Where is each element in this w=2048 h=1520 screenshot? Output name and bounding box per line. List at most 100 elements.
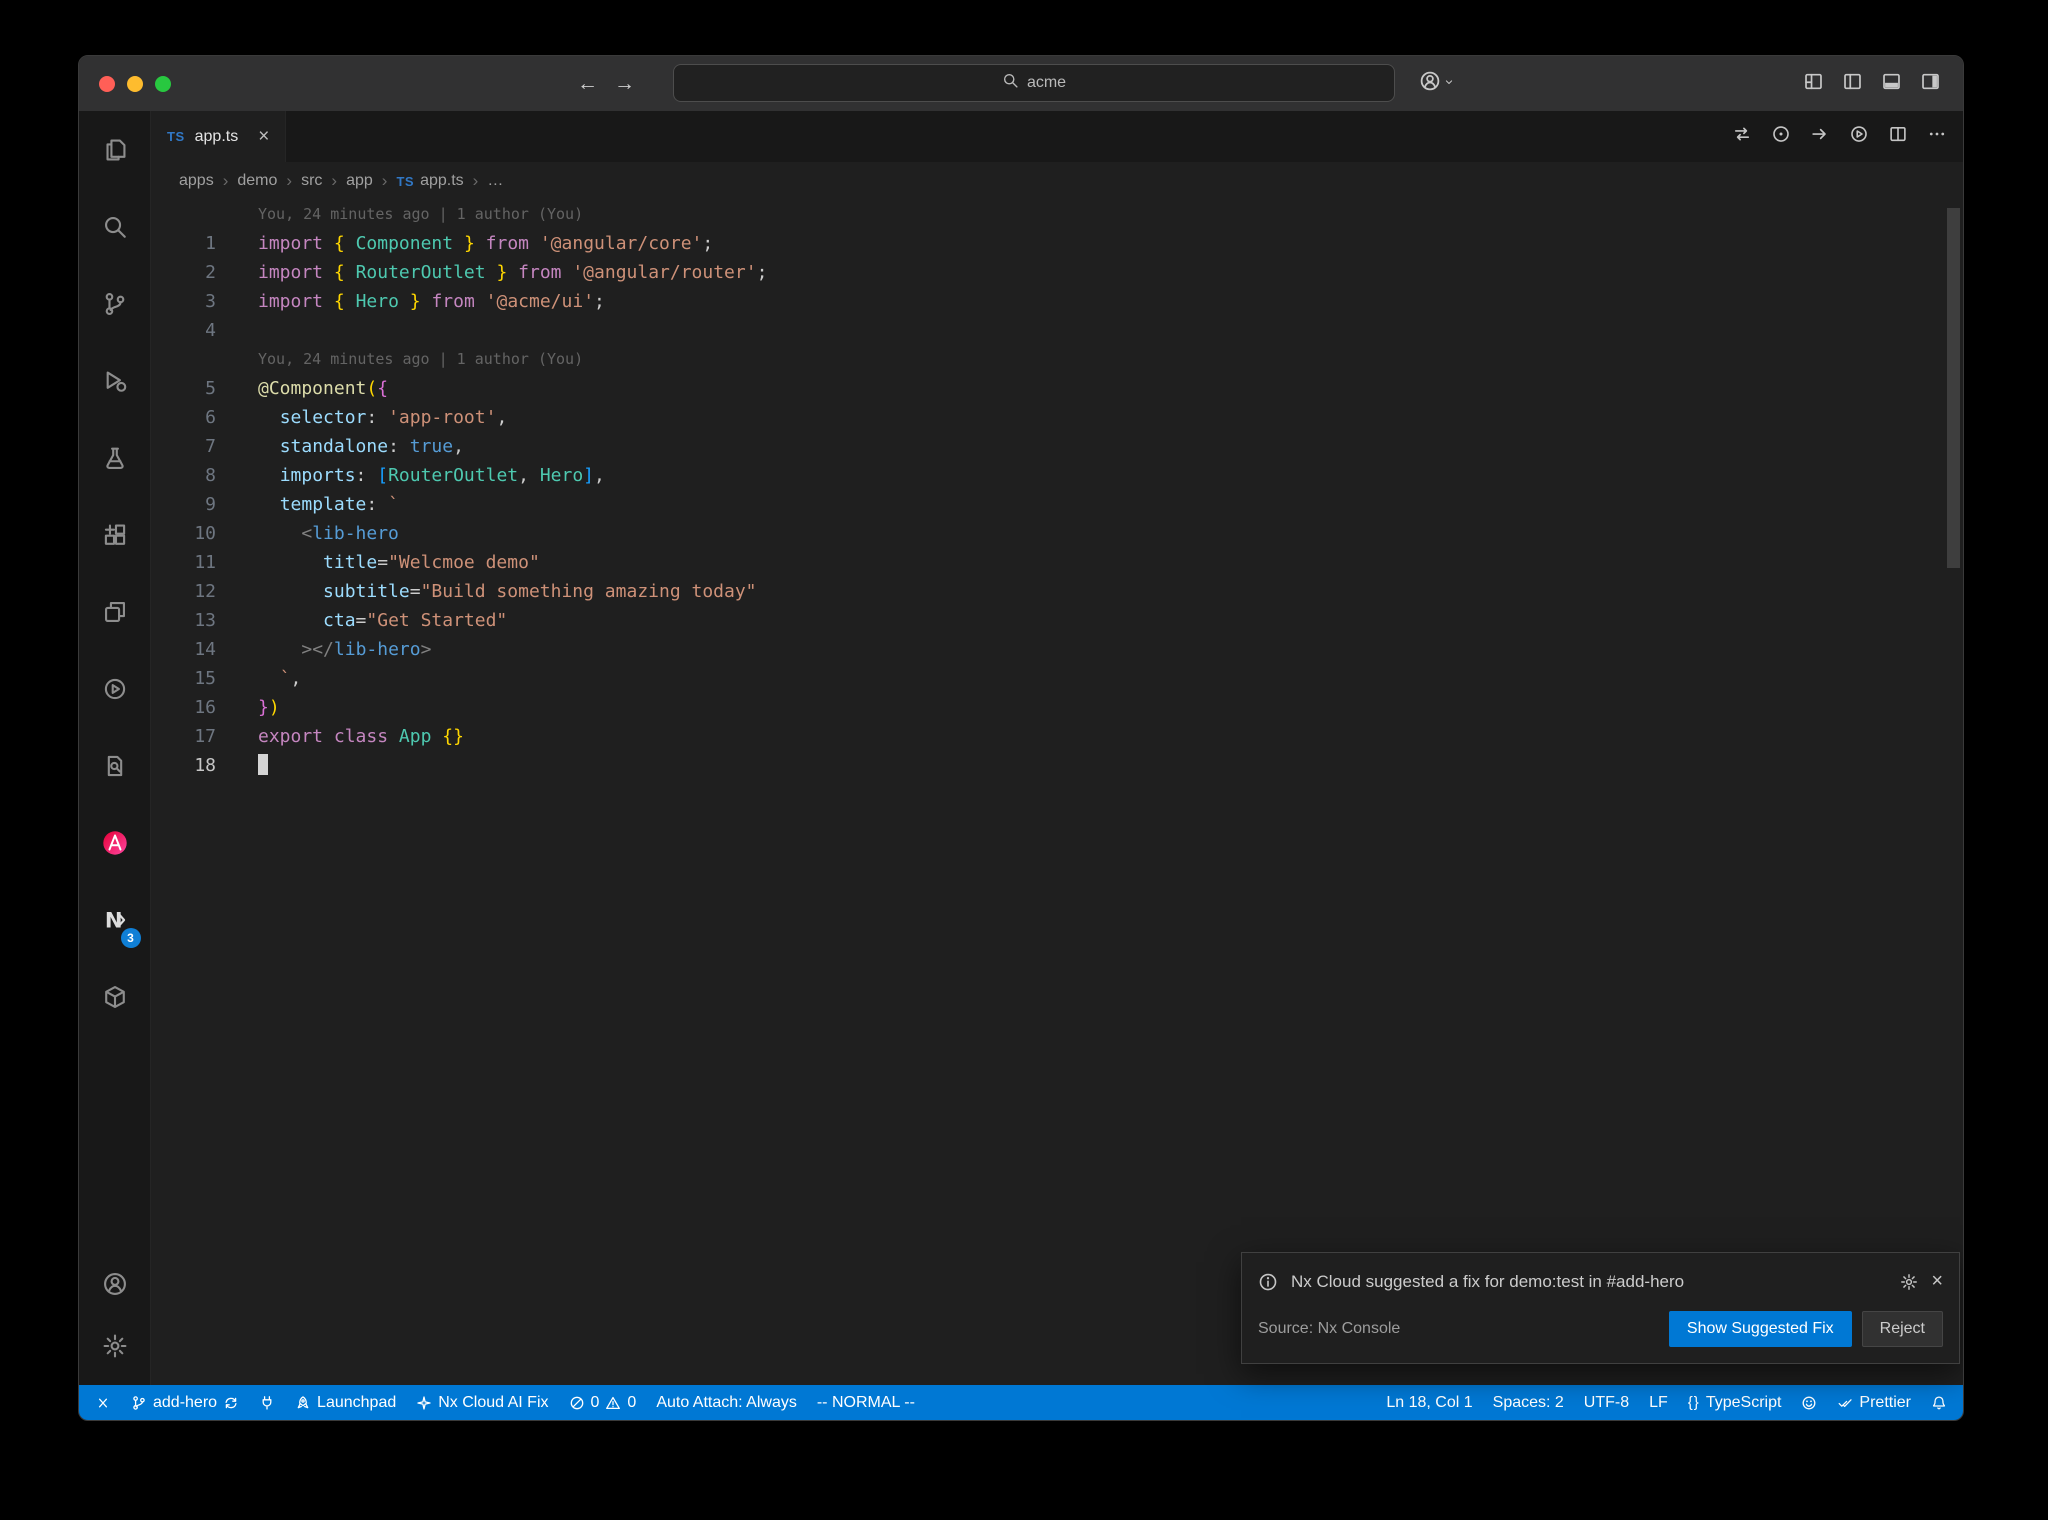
activity-item-settings[interactable] [79, 1315, 151, 1377]
account-button[interactable] [1419, 56, 1455, 111]
code-line[interactable]: 6 selector: 'app-root', [151, 403, 1963, 432]
code-line[interactable]: 4 [151, 316, 1963, 345]
breadcrumb-item[interactable]: demo [237, 172, 277, 190]
sidebar-left-icon [1842, 71, 1863, 92]
line-content: imports: [RouterOutlet, Hero], [279, 465, 605, 486]
code-line[interactable]: 8 imports: [RouterOutlet, Hero], [151, 461, 1963, 490]
split-editor-button[interactable] [1888, 124, 1908, 149]
toggle-panel-button[interactable] [1881, 71, 1902, 97]
close-notification-icon[interactable]: × [1931, 1270, 1943, 1293]
status-nx-cloud-ai-fix[interactable]: Nx Cloud AI Fix [406, 1385, 558, 1420]
code-line[interactable]: 11 title="Welcmoe demo" [151, 548, 1963, 577]
open-changes-button[interactable] [1732, 124, 1752, 149]
code-line[interactable]: 14 ></lib-hero> [151, 635, 1963, 664]
status-eol[interactable]: LF [1639, 1385, 1678, 1420]
status-launchpad[interactable]: Launchpad [285, 1385, 406, 1420]
breadcrumb-item[interactable]: app [346, 172, 373, 190]
layout-grid-icon [1803, 71, 1824, 92]
blame-annotation[interactable]: You, 24 minutes ago | 1 author (You) [151, 200, 1963, 229]
breadcrumb-item[interactable]: TS app.ts [396, 172, 463, 190]
run-file-button[interactable] [1810, 124, 1830, 149]
toggle-blame-button[interactable] [1771, 124, 1791, 149]
editor-column: TS app.ts × apps › demo › src › app › TS app.ts ›…… [151, 111, 1963, 1385]
code-line[interactable]: 10 <lib-hero [151, 519, 1963, 548]
code-line[interactable]: 2 import { RouterOutlet } from '@angular/… [151, 258, 1963, 287]
code-line[interactable]: 1 import { Component } from '@angular/cor… [151, 229, 1963, 258]
line-content: You, 24 minutes ago | 1 author (You) [258, 350, 584, 368]
close-tab-icon[interactable]: × [258, 126, 269, 148]
status-remote-indicator[interactable] [85, 1385, 121, 1420]
status-feedback[interactable] [1791, 1385, 1827, 1420]
show-suggested-fix-button[interactable]: Show Suggested Fix [1668, 1311, 1852, 1347]
breadcrumb: apps › demo › src › app › TS app.ts ›… [151, 162, 1963, 200]
status-plug[interactable] [249, 1385, 285, 1420]
code-line[interactable]: 17 export class App {} [151, 722, 1963, 751]
breadcrumb-item[interactable]: … [487, 172, 503, 190]
code-line[interactable]: 5 @Component({ [151, 374, 1963, 403]
activity-item-source-control[interactable] [79, 265, 151, 342]
notification-settings-icon[interactable] [1900, 1273, 1918, 1291]
line-number: 9 [205, 494, 216, 515]
git-branch-icon [131, 1395, 147, 1411]
breadcrumb-separator: › [381, 171, 388, 190]
toggle-secondary-sidebar-button[interactable] [1920, 71, 1941, 97]
activity-item-layers[interactable] [79, 573, 151, 650]
status-problems[interactable]: 00 [559, 1385, 647, 1420]
tab-app-ts[interactable]: TS app.ts × [151, 111, 287, 162]
zoom-window-button[interactable] [155, 75, 171, 92]
activity-item-search[interactable] [79, 188, 151, 265]
command-center-search[interactable]: acme [673, 64, 1395, 102]
line-number: 2 [205, 262, 216, 283]
code-line[interactable]: 12 subtitle="Build something amazing tod… [151, 577, 1963, 606]
code-line[interactable]: 7 standalone: true, [151, 432, 1963, 461]
status-vim-mode[interactable]: -- NORMAL -- [807, 1385, 925, 1420]
activity-item-accounts[interactable] [79, 1253, 151, 1315]
breadcrumb-item[interactable]: src [301, 172, 322, 190]
status-encoding[interactable]: UTF-8 [1574, 1385, 1639, 1420]
status-language-mode[interactable]: {} TypeScript [1678, 1385, 1792, 1420]
activity-item-nx-console[interactable]: N3 [79, 881, 151, 958]
line-content: import { RouterOutlet } from '@angular/r… [258, 262, 768, 283]
customize-layout-button[interactable] [1803, 71, 1824, 97]
activity-item-package-explorer[interactable] [79, 958, 151, 1035]
status-branch[interactable]: add-hero [121, 1385, 249, 1420]
close-window-button[interactable] [99, 75, 115, 92]
blame-annotation[interactable]: You, 24 minutes ago | 1 author (You) [151, 345, 1963, 374]
debug-icon [102, 368, 128, 394]
status-indentation[interactable]: Spaces: 2 [1483, 1385, 1574, 1420]
error-icon [569, 1395, 585, 1411]
code-line[interactable]: 15 `, [151, 664, 1963, 693]
code-line[interactable]: 3 import { Hero } from '@acme/ui'; [151, 287, 1963, 316]
code-line[interactable]: 13 cta="Get Started" [151, 606, 1963, 635]
activity-item-run-targets[interactable] [79, 650, 151, 727]
status-prettier[interactable]: Prettier [1827, 1385, 1921, 1420]
status-cursor-position[interactable]: Ln 18, Col 1 [1376, 1385, 1482, 1420]
rocket-icon [295, 1395, 311, 1411]
status-auto-attach[interactable]: Auto Attach: Always [646, 1385, 807, 1420]
more-actions-button[interactable] [1927, 124, 1947, 149]
run-button[interactable] [1849, 124, 1869, 149]
activity-item-testing[interactable] [79, 419, 151, 496]
status-label: 0 [627, 1393, 637, 1411]
code-editor[interactable]: You, 24 minutes ago | 1 author (You) 1 imp… [151, 200, 1963, 1385]
code-line[interactable]: 18 [151, 751, 1963, 780]
line-number: 6 [205, 407, 216, 428]
reject-button[interactable]: Reject [1861, 1311, 1943, 1347]
line-content: You, 24 minutes ago | 1 author (You) [258, 205, 584, 223]
activity-item-file-search[interactable] [79, 727, 151, 804]
status-notifications[interactable] [1921, 1385, 1957, 1420]
breadcrumb-item[interactable]: apps [179, 172, 214, 190]
line-number: 1 [205, 233, 216, 254]
vertical-scrollbar[interactable] [1947, 208, 1960, 568]
minimize-window-button[interactable] [127, 75, 143, 92]
code-line[interactable]: 16}) [151, 693, 1963, 722]
activity-item-extensions[interactable] [79, 496, 151, 573]
toggle-sidebar-button[interactable] [1842, 71, 1863, 97]
activity-item-run-and-debug[interactable] [79, 342, 151, 419]
activity-item-angular[interactable] [79, 804, 151, 881]
code-line[interactable]: 9 template: ` [151, 490, 1963, 519]
line-number [151, 345, 216, 374]
back-button[interactable]: ← [577, 72, 598, 96]
activity-item-explorer[interactable] [79, 111, 151, 188]
forward-button[interactable]: → [614, 72, 635, 96]
